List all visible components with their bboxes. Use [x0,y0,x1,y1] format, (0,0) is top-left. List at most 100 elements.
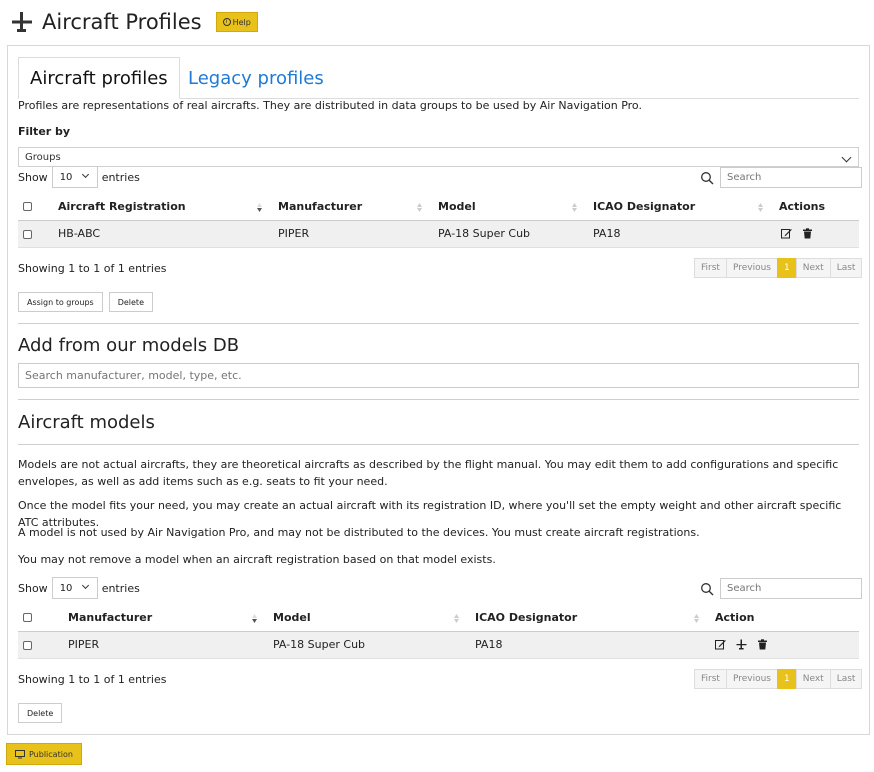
chevron-down-icon [81,581,89,590]
row-checkbox[interactable] [23,640,32,650]
create-aircraft-icon[interactable] [736,639,747,650]
help-button[interactable]: i Help [215,12,258,32]
page-header: Aircraft Profiles i Help [10,8,258,36]
col-registration-label: Aircraft Registration [58,199,186,213]
col-action: Action [705,604,859,632]
col-model-label: Model [273,610,311,624]
trash-icon[interactable] [757,639,768,650]
edit-icon[interactable] [715,639,726,650]
pager-last[interactable]: Last [829,258,863,278]
cell-manufacturer: PIPER [58,631,263,659]
profiles-length-control: Show 10 entries [18,166,140,188]
pager-last[interactable]: Last [829,669,863,689]
models-para-4: You may not remove a model when an aircr… [18,553,496,566]
col-manufacturer-label: Manufacturer [68,610,153,624]
col-manufacturer[interactable]: Manufacturer [58,604,263,632]
entries-select[interactable]: 10 [51,577,98,599]
filter-label: Filter by [18,125,71,138]
col-registration[interactable]: Aircraft Registration [48,193,268,221]
entries-label: entries [101,170,140,184]
chevron-down-icon [81,170,89,179]
cell-model: PA-18 Super Cub [263,631,465,659]
publication-label: Publication [29,749,73,759]
profiles-pagination: First Previous 1 Next Last [694,258,863,278]
col-icao[interactable]: ICAO Designator [583,193,769,221]
col-model[interactable]: Model [263,604,465,632]
help-label: Help [232,17,251,27]
profiles-table-info: Showing 1 to 1 of 1 entries [18,262,167,275]
profiles-intro: Profiles are representations of real air… [18,99,642,112]
select-all-checkbox[interactable] [23,613,32,623]
row-select-cell [18,220,48,248]
sort-icon [572,203,577,212]
tab-aircraft-profiles[interactable]: Aircraft profiles [18,57,180,99]
publication-button[interactable]: Publication [6,743,82,765]
tab-legacy-profiles[interactable]: Legacy profiles [177,57,335,99]
col-manufacturer[interactable]: Manufacturer [268,193,428,221]
trash-icon[interactable] [802,228,813,239]
add-models-title: Add from our models DB [18,335,240,356]
pager-page-1[interactable]: 1 [777,258,797,278]
search-icon [701,582,714,595]
col-icao-label: ICAO Designator [593,199,696,213]
pager-previous[interactable]: Previous [725,669,778,689]
assign-to-groups-button[interactable]: Assign to groups [18,292,103,312]
table-row: PIPER PA-18 Super Cub PA18 [18,631,859,659]
table-header-row: Aircraft Registration Manufacturer Model… [18,193,859,221]
chevron-down-icon [841,152,852,163]
col-actions: Actions [769,193,859,221]
pager-next[interactable]: Next [795,258,831,278]
monitor-icon [15,749,25,758]
entries-count: 10 [59,171,73,183]
sort-icon [417,203,422,212]
cell-manufacturer: PIPER [268,220,428,248]
tabs: Aircraft profiles Legacy profiles [18,57,859,99]
edit-icon[interactable] [781,228,792,239]
info-icon: i [222,18,231,26]
pager-previous[interactable]: Previous [725,258,778,278]
sort-desc-icon [257,203,262,212]
delete-profiles-button[interactable]: Delete [108,292,153,312]
select-all-cell [18,193,48,221]
profiles-search [700,167,862,188]
select-all-checkbox[interactable] [23,202,32,212]
cell-actions [705,631,859,659]
show-label: Show [18,581,48,595]
models-table: Manufacturer Model ICAO Designator Actio… [18,604,859,659]
col-icao[interactable]: ICAO Designator [465,604,705,632]
table-row: HB-ABC PIPER PA-18 Super Cub PA18 [18,220,859,248]
cell-actions [769,220,859,248]
models-length-control: Show 10 entries [18,577,140,599]
filter-value: Groups [25,151,61,163]
sort-desc-icon [252,614,257,623]
pager-first[interactable]: First [694,669,727,689]
models-db-search-input[interactable] [18,363,859,388]
col-model-label: Model [438,199,476,213]
models-table-info: Showing 1 to 1 of 1 entries [18,673,167,686]
cell-icao: PA18 [583,220,769,248]
entries-label: entries [101,581,140,595]
profiles-bulk-actions: Assign to groups Delete [18,292,153,312]
models-title: Aircraft models [18,412,155,433]
search-icon [701,171,714,184]
col-manufacturer-label: Manufacturer [278,199,363,213]
entries-select[interactable]: 10 [51,166,98,188]
sort-icon [694,614,699,623]
filter-select[interactable]: Groups [18,147,859,167]
pager-first[interactable]: First [694,258,727,278]
col-model[interactable]: Model [428,193,583,221]
delete-models-button[interactable]: Delete [18,703,63,723]
pager-next[interactable]: Next [795,669,831,689]
row-checkbox[interactable] [23,229,32,239]
main-card: Aircraft profiles Legacy profiles Profil… [7,45,870,735]
models-para-1: Models are not actual aircrafts, they ar… [18,458,839,488]
sort-icon [454,614,459,623]
cell-icao: PA18 [465,631,705,659]
divider [18,323,859,324]
profiles-search-input[interactable] [720,167,862,188]
divider [18,444,859,445]
select-all-cell [18,604,58,632]
models-search-input[interactable] [720,578,862,599]
airplane-icon [12,12,32,32]
pager-page-1[interactable]: 1 [777,669,797,689]
